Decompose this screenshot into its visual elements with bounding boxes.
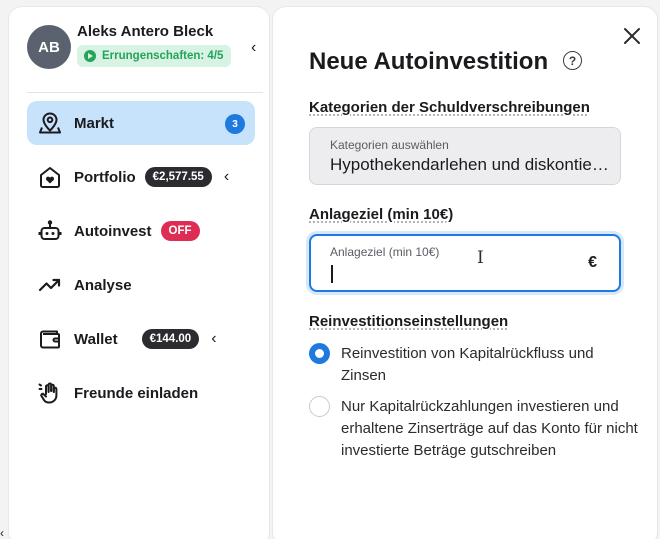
chevron-left-icon[interactable]: ‹ — [211, 330, 216, 348]
sidebar-item-freunde-einladen[interactable]: Freunde einladen — [27, 371, 255, 415]
wallet-icon — [37, 326, 63, 352]
avatar[interactable]: AB — [27, 25, 71, 69]
sidebar-item-label: Wallet — [74, 330, 118, 348]
sidebar-nav: Markt 3 Portfolio €2,577.55 ‹ Autoinvest… — [27, 101, 255, 425]
divider — [27, 92, 263, 93]
sidebar-item-markt[interactable]: Markt 3 — [27, 101, 255, 145]
sidebar-item-label: Freunde einladen — [74, 384, 199, 402]
trend-up-icon — [37, 272, 63, 298]
radio-option-label: Reinvestition von Kapitalrückfluss und Z… — [341, 345, 594, 384]
heart-bag-icon — [37, 164, 63, 190]
profile-name: Aleks Antero Bleck — [77, 23, 214, 40]
sidebar-item-label: Markt — [74, 114, 115, 132]
page-title: Neue Autoinvestition — [309, 48, 549, 75]
chevron-left-icon[interactable]: ‹ — [224, 168, 229, 186]
robot-icon — [37, 218, 63, 244]
categories-select[interactable]: Kategorien auswählen Hypothekendarlehen … — [309, 127, 621, 185]
portfolio-value-badge: €2,577.55 — [144, 167, 212, 187]
reinvest-section-label: Reinvestitionseinstellungen — [309, 313, 509, 330]
help-icon[interactable]: ? — [563, 51, 582, 70]
investment-target-input[interactable]: Anlageziel (min 10€) I € — [309, 234, 621, 292]
radio-option-label: Nur Kapitalrückzahlungen investieren und… — [341, 398, 638, 459]
sidebar-item-wallet[interactable]: Wallet €144.00 ‹ — [27, 317, 255, 361]
sidebar-item-label: Portfolio — [74, 168, 136, 186]
sidebar-item-label: Analyse — [74, 276, 132, 294]
reinvest-option-full[interactable]: Reinvestition von Kapitalrückfluss und Z… — [309, 343, 639, 387]
sidebar-item-portfolio[interactable]: Portfolio €2,577.55 ‹ — [27, 155, 255, 199]
sidebar-item-analyse[interactable]: Analyse — [27, 263, 255, 307]
reinvest-option-principal-only[interactable]: Nur Kapitalrückzahlungen investieren und… — [309, 396, 639, 462]
chevron-left-icon: ‹ — [0, 526, 4, 539]
achievements-badge[interactable]: Errungenschaften: 4/5 — [77, 45, 232, 67]
categories-select-value: Hypothekendarlehen und diskontierte Ford… — [330, 155, 610, 174]
sidebar-item-label: Autoinvest — [74, 222, 152, 240]
currency-symbol: € — [588, 254, 597, 271]
profile-header[interactable]: AB Aleks Antero Bleck Errungenschaften: … — [27, 21, 263, 81]
sidebar-item-autoinvest[interactable]: Autoinvest OFF — [27, 209, 255, 253]
map-pin-icon — [37, 110, 63, 136]
chevron-left-icon[interactable]: ‹ — [251, 39, 256, 57]
play-circle-icon — [84, 50, 96, 62]
text-caret — [331, 265, 333, 283]
achievements-label: Errungenschaften: 4/5 — [102, 50, 224, 62]
notification-count-badge: 3 — [225, 114, 245, 134]
close-icon[interactable] — [621, 25, 643, 47]
radio-button-unchecked[interactable] — [309, 396, 330, 417]
categories-select-label: Kategorien auswählen — [330, 138, 449, 152]
target-section-label: Anlageziel (min 10€) — [309, 206, 454, 223]
autoinvest-status-badge: OFF — [160, 221, 200, 241]
hand-wave-icon — [37, 380, 63, 406]
radio-button-checked[interactable] — [309, 343, 330, 364]
categories-section-label: Kategorien der Schuldverschreibungen — [309, 99, 590, 116]
sidebar: AB Aleks Antero Bleck Errungenschaften: … — [8, 6, 270, 539]
investment-target-placeholder: Anlageziel (min 10€) — [330, 245, 440, 259]
text-cursor-icon: I — [477, 248, 484, 268]
autoinvest-panel: Neue Autoinvestition ? Kategorien der Sc… — [272, 6, 658, 539]
wallet-balance-badge: €144.00 — [141, 329, 200, 349]
